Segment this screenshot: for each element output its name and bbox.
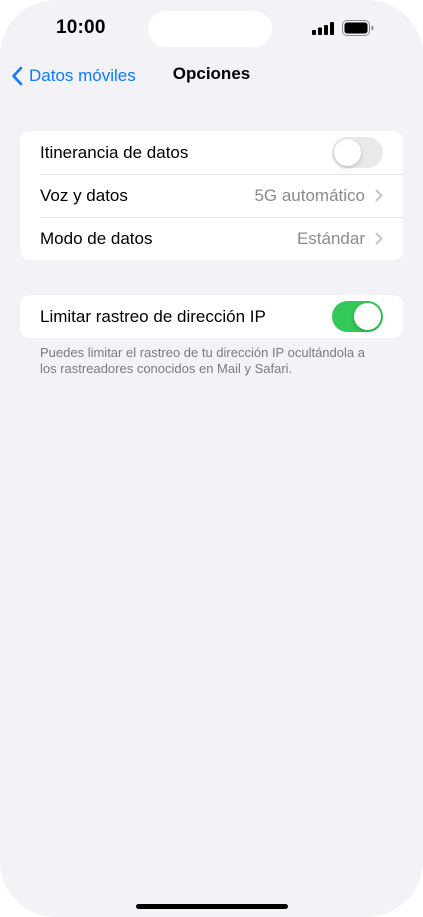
data-mode-label: Modo de datos [40,228,153,248]
row-roaming: Itinerancia de datos [20,131,403,174]
roaming-label: Itinerancia de datos [40,142,189,162]
roaming-toggle[interactable] [332,137,383,168]
settings-group-privacy: Limitar rastreo de dirección IP [20,295,403,338]
phone-screen: 10:00 Datos móviles Opciones Itinerancia… [0,0,423,917]
ip-tracking-toggle[interactable] [332,301,383,332]
toggle-knob [334,139,361,166]
status-time: 10:00 [56,17,106,38]
row-data-mode[interactable]: Modo de datos Estándar [20,217,403,260]
dynamic-island [148,11,272,47]
voice-data-label: Voz y datos [40,185,128,205]
chevron-right-icon [375,189,383,202]
navigation-bar: Datos móviles Opciones [0,56,423,96]
toggle-knob [354,303,381,330]
ip-tracking-footnote: Puedes limitar el rastreo de tu direcció… [40,345,365,376]
ip-tracking-label: Limitar rastreo de dirección IP [40,306,266,326]
voice-data-value: 5G automático [254,185,365,205]
page-title: Opciones [172,64,251,83]
status-bar: 10:00 [0,0,423,56]
row-ip-tracking: Limitar rastreo de dirección IP [20,295,403,338]
settings-group-data: Itinerancia de datos Voz y datos 5G auto… [20,131,403,260]
signal-icon [312,22,334,35]
row-voice-data[interactable]: Voz y datos 5G automático [20,174,403,217]
data-mode-value: Estándar [296,228,365,248]
chevron-right-icon [375,232,383,245]
battery-icon [342,20,374,36]
home-indicator[interactable] [136,904,288,909]
